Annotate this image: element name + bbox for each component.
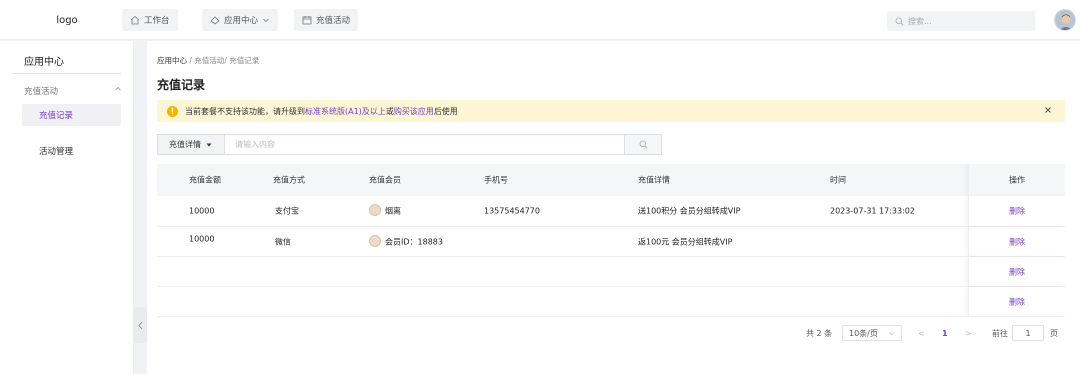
col-action: 操作 [1009, 175, 1025, 185]
col-method: 充值方式 [273, 175, 305, 185]
delete-button[interactable]: 删除 [1009, 236, 1025, 247]
cell-action: 删除 [968, 287, 1065, 316]
nav-workbench-label: 工作台 [144, 16, 170, 26]
cell-method: 微信 [275, 237, 291, 246]
sidebar-item-activity-management[interactable]: 活动管理 [39, 145, 73, 157]
filter-select-label: 充值详情 [169, 140, 201, 149]
pagination: 共 2 条 10条/页 < 1 > 前往 1 页 [147, 325, 1080, 341]
nav-recharge-activity-button[interactable]: 充值活动 [294, 9, 359, 31]
cell-phone: 13575454770 [484, 206, 540, 216]
chevron-down-icon [263, 18, 269, 23]
breadcrumb: 应用中心 / 充值活动/ 充值记录 [157, 55, 259, 66]
chevron-down-icon [888, 331, 894, 335]
breadcrumb-root[interactable]: 应用中心 [157, 56, 187, 65]
table-row: 删除 [157, 287, 1065, 317]
table-row: 10000 支付宝 烟离 13575454770 送100积分 会员分组转成VI… [157, 196, 1065, 227]
col-amount: 充值金额 [189, 175, 221, 185]
user-avatar-icon [1055, 10, 1075, 30]
filter-keyword-input[interactable]: 请输入内容 [224, 134, 624, 155]
table-row: 10000 微信 会员ID：18883 返100元 会员分组转成VIP 删除 [157, 227, 1065, 257]
col-detail: 充值详情 [638, 175, 670, 185]
col-member: 充值会员 [369, 175, 401, 185]
member-avatar-icon [369, 204, 381, 216]
sidebar-group-label: 充值活动 [24, 87, 59, 97]
cell-amount: 10000 [189, 206, 215, 216]
nav-recharge-activity-label: 充值活动 [316, 16, 351, 26]
filter-search-button[interactable] [624, 134, 662, 155]
alert-text-mid: 或 [385, 106, 394, 116]
breadcrumb-path: / 充值活动/ 充值记录 [187, 56, 260, 65]
sidebar-collapse-button[interactable] [134, 307, 147, 343]
filter-input-placeholder: 请输入内容 [235, 140, 275, 149]
upgrade-plan-link[interactable]: 标准系统版(A1)及以上 [305, 106, 386, 117]
next-page-button[interactable]: > [965, 325, 972, 341]
home-icon [130, 15, 140, 25]
jump-page-input[interactable]: 1 [1012, 325, 1044, 341]
search-input[interactable]: 搜索... [887, 11, 1035, 31]
cell-action: 删除 [968, 227, 1065, 256]
col-phone: 手机号 [484, 175, 508, 185]
cell-action: 删除 [968, 257, 1065, 286]
warning-icon: ! [167, 105, 178, 117]
pagination-total: 共 2 条 [806, 328, 833, 338]
cell-member: 烟离 [369, 204, 401, 217]
member-name: 烟离 [385, 206, 401, 216]
calendar-icon [302, 16, 312, 25]
divider [12, 73, 121, 74]
table-row: 删除 [157, 257, 1065, 287]
cell-time: 2023-07-31 17:33:02 [830, 206, 915, 216]
main-content: 应用中心 / 充值活动/ 充值记录 充值记录 ! 当前套餐不支持该功能，请升级到… [147, 41, 1080, 374]
records-table: 充值金额 充值方式 充值会员 手机号 充值详情 时间 操作 10000 支付宝 … [157, 164, 1065, 317]
jump-suffix: 页 [1050, 328, 1058, 338]
sidebar: 应用中心 充值活动 充值记录 活动管理 [0, 41, 134, 374]
cell-amount: 10000 [189, 234, 215, 244]
cell-action: 删除 [968, 196, 1065, 226]
upgrade-alert: ! 当前套餐不支持该功能，请升级到 标准系统版(A1)及以上 或 购买该应用 后… [157, 100, 1065, 122]
sidebar-group-recharge-activity[interactable]: 充值活动 [24, 85, 122, 97]
app-center-icon [210, 16, 220, 25]
search-icon [639, 140, 648, 149]
cell-member: 会员ID：18883 [369, 234, 443, 248]
page-size-value: 10条/页 [849, 328, 878, 338]
search-placeholder: 搜索... [908, 16, 932, 26]
sidebar-item-recharge-records[interactable]: 充值记录 [22, 104, 121, 126]
chevron-left-icon [138, 321, 143, 329]
close-icon[interactable] [1043, 105, 1053, 115]
cell-detail: 送100积分 会员分组转成VIP [638, 206, 741, 216]
member-avatar-icon [369, 234, 381, 247]
sidebar-item-label: 活动管理 [39, 147, 74, 157]
alert-text-after: 后使用 [433, 106, 458, 116]
filter-bar: 充值详情 请输入内容 [157, 134, 662, 155]
search-icon [895, 17, 904, 26]
cell-method: 支付宝 [275, 206, 299, 216]
page-number-current[interactable]: 1 [942, 325, 948, 341]
top-bar: logo 工作台 应用中心 充值活动 搜索... [0, 0, 1080, 40]
table-header: 充值金额 充值方式 充值会员 手机号 充值详情 时间 操作 [157, 164, 1065, 196]
sidebar-title: 应用中心 [24, 57, 64, 68]
jump-page-value: 1 [1025, 328, 1031, 338]
col-time: 时间 [830, 175, 846, 185]
logo[interactable]: logo [0, 0, 134, 40]
page-title: 充值记录 [157, 78, 206, 92]
buy-app-link[interactable]: 购买该应用 [394, 106, 434, 117]
jump-label: 前往 [992, 328, 1008, 338]
sidebar-item-label: 充值记录 [39, 111, 74, 121]
cell-detail: 返100元 会员分组转成VIP [638, 237, 733, 246]
nav-app-center-button[interactable]: 应用中心 [202, 9, 279, 31]
nav-workbench-button[interactable]: 工作台 [122, 9, 178, 31]
chevron-up-icon [115, 86, 121, 91]
delete-button[interactable]: 删除 [1009, 296, 1025, 307]
delete-button[interactable]: 删除 [1009, 206, 1025, 217]
avatar[interactable] [1054, 9, 1076, 31]
member-name: 会员ID：18883 [385, 237, 443, 246]
caret-down-icon [206, 143, 212, 146]
nav-app-center-label: 应用中心 [224, 16, 259, 26]
page-size-select[interactable]: 10条/页 [842, 325, 902, 341]
alert-text-before: 当前套餐不支持该功能，请升级到 [185, 106, 305, 116]
delete-button[interactable]: 删除 [1009, 266, 1025, 277]
col-action-cell: 操作 [968, 164, 1065, 196]
filter-field-select[interactable]: 充值详情 [157, 134, 224, 155]
prev-page-button[interactable]: < [918, 325, 925, 341]
